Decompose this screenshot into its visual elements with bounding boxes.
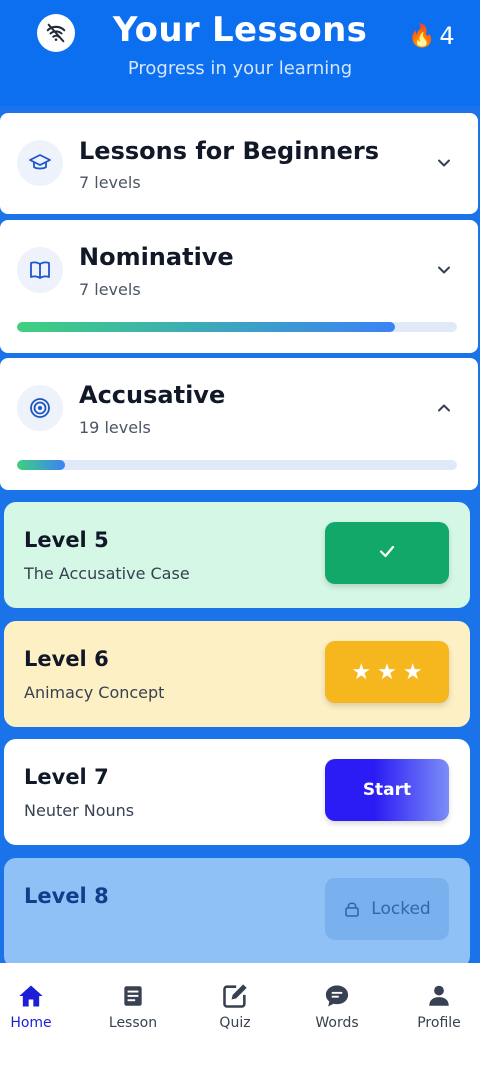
section-level-count: 19 levels <box>79 418 151 437</box>
level-card-6[interactable]: Level 6 Animacy Concept ★ ★ ★ <box>4 621 470 727</box>
progress-bar <box>17 460 457 470</box>
chevron-down-icon[interactable] <box>434 260 454 280</box>
level-card-7[interactable]: Level 7 Neuter Nouns Start <box>4 739 470 845</box>
section-beginners[interactable]: Lessons for Beginners 7 levels <box>0 113 478 214</box>
nav-label: Profile <box>417 1015 461 1031</box>
check-icon <box>377 541 397 566</box>
graduation-cap-icon <box>17 140 63 186</box>
chat-icon <box>292 981 382 1011</box>
nav-label: Quiz <box>219 1015 251 1031</box>
home-icon <box>0 981 76 1011</box>
nav-words[interactable]: Words <box>292 981 382 1031</box>
level-card-8[interactable]: Level 8 Locked <box>4 858 470 968</box>
progress-bar <box>17 322 457 332</box>
document-icon <box>88 981 178 1011</box>
book-icon <box>17 247 63 293</box>
page-subtitle: Progress in your learning <box>127 58 353 79</box>
star-icon: ★ <box>351 659 372 685</box>
level-completed-button[interactable] <box>325 522 449 584</box>
start-button-label: Start <box>362 780 412 800</box>
star-icon: ★ <box>377 659 397 685</box>
person-icon <box>394 981 480 1011</box>
bottom-nav: Home Lesson Quiz Words Profile <box>0 963 480 1091</box>
nav-profile[interactable]: Profile <box>394 981 480 1031</box>
chevron-up-icon[interactable] <box>434 398 454 418</box>
chevron-down-icon[interactable] <box>434 153 454 173</box>
header: Your Lessons Progress in your learning 🔥… <box>0 0 480 106</box>
section-title: Accusative <box>79 381 226 409</box>
level-title: Level 7 <box>24 765 109 789</box>
level-stars-button[interactable]: ★ ★ ★ <box>325 641 449 703</box>
nav-label: Home <box>10 1015 52 1031</box>
fire-icon: 🔥 <box>408 23 436 49</box>
section-level-count: 7 levels <box>79 280 141 299</box>
section-title: Nominative <box>79 243 234 271</box>
start-button[interactable]: Start <box>325 759 449 821</box>
nav-lesson[interactable]: Lesson <box>88 981 178 1031</box>
section-title: Lessons for Beginners <box>79 137 380 165</box>
progress-fill <box>17 460 66 470</box>
star-rating: ★ ★ ★ <box>351 660 422 685</box>
streak-counter: 🔥 4 <box>408 22 455 50</box>
level-subtitle: Animacy Concept <box>24 683 165 702</box>
section-level-count: 7 levels <box>79 173 141 192</box>
nav-quiz[interactable]: Quiz <box>190 981 280 1031</box>
level-card-5[interactable]: Level 5 The Accusative Case <box>4 502 470 608</box>
nav-label: Words <box>315 1015 359 1031</box>
level-subtitle: Neuter Nouns <box>24 801 135 820</box>
level-title: Level 8 <box>24 884 109 908</box>
section-accusative[interactable]: Accusative 19 levels <box>0 358 478 490</box>
section-nominative[interactable]: Nominative 7 levels <box>0 220 478 353</box>
streak-count: 4 <box>439 22 455 50</box>
level-title: Level 6 <box>24 647 109 671</box>
edit-icon <box>190 981 280 1011</box>
progress-fill <box>17 322 396 332</box>
star-icon: ★ <box>402 659 423 685</box>
level-subtitle: The Accusative Case <box>24 564 190 583</box>
nav-label: Lesson <box>108 1015 158 1031</box>
locked-label: Locked <box>371 899 431 919</box>
level-title: Level 5 <box>24 528 109 552</box>
nav-home[interactable]: Home <box>0 981 76 1031</box>
target-icon <box>17 385 63 431</box>
locked-button: Locked <box>325 878 449 940</box>
lock-icon <box>343 900 361 918</box>
